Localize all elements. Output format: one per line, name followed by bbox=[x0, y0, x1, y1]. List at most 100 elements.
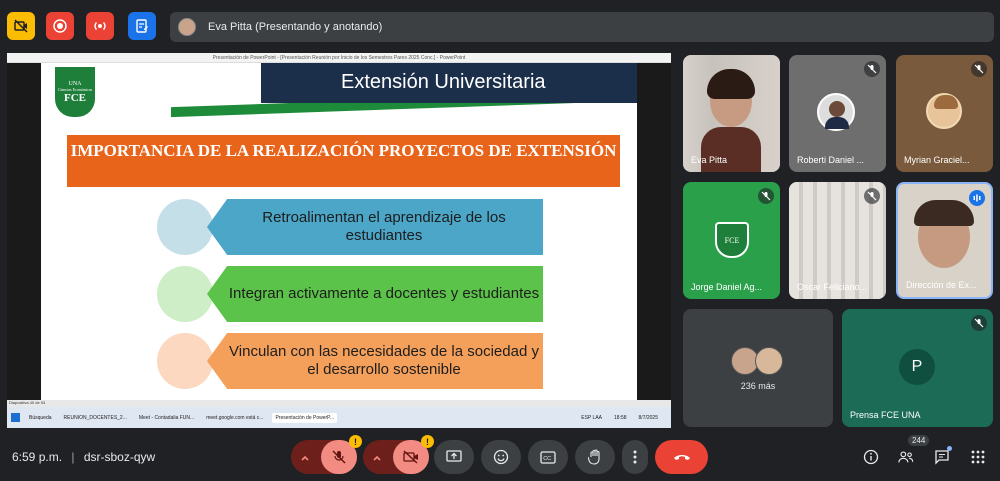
presenter-text: Eva Pitta (Presentando y anotando) bbox=[208, 21, 383, 33]
people-icon bbox=[898, 451, 914, 463]
taskbar-search[interactable]: Búsqueda bbox=[26, 413, 55, 423]
taskbar-item[interactable]: REUNION_DOCENTES_2... bbox=[61, 413, 130, 423]
item-circle bbox=[157, 333, 213, 389]
taskbar-lang: ESP LAA bbox=[581, 414, 603, 421]
participant-tile[interactable]: P Prensa FCE UNA bbox=[842, 309, 993, 427]
mic-off-icon bbox=[758, 188, 774, 204]
camera-off-icon bbox=[403, 450, 418, 464]
meeting-details-button[interactable] bbox=[863, 449, 879, 465]
item-circle bbox=[157, 199, 213, 255]
activities-button[interactable] bbox=[970, 449, 986, 465]
notes-icon[interactable] bbox=[128, 12, 156, 40]
taskbar-date: 8/7/2025 bbox=[638, 414, 658, 421]
mic-off-icon bbox=[332, 450, 346, 464]
camera-toggle-button[interactable]: ! bbox=[393, 435, 434, 474]
list-item: Integran activamente a docentes y estudi… bbox=[157, 266, 545, 322]
clock-time: 6:59 p.m. bbox=[12, 450, 63, 464]
camera-control-group: ! bbox=[363, 435, 434, 474]
presenter-avatar bbox=[178, 18, 196, 36]
mic-off-icon bbox=[864, 188, 880, 204]
present-icon bbox=[446, 450, 462, 462]
mic-toggle-button[interactable]: ! bbox=[321, 435, 362, 474]
participant-count-badge: 244 bbox=[908, 435, 930, 446]
item-bar: Integran activamente a docentes y estudi… bbox=[207, 266, 543, 322]
logo-big: FCE bbox=[64, 91, 86, 104]
shared-screen: Presentación de PowerPoint - [Presentaci… bbox=[7, 53, 671, 428]
mic-off-icon bbox=[971, 61, 987, 77]
participant-tile[interactable]: Roberti Daniel ... bbox=[789, 55, 886, 172]
reactions-button[interactable] bbox=[481, 440, 521, 474]
slide: Extensión Universitaria UNA Ciencias Eco… bbox=[41, 63, 637, 400]
participant-name: Myrian Graciel... bbox=[904, 155, 970, 165]
chat-icon bbox=[935, 450, 949, 465]
mic-off-icon bbox=[864, 61, 880, 77]
taskbar-time: 18:58 bbox=[614, 414, 627, 421]
item-bar: Retroalimentan el aprendizaje de los est… bbox=[207, 199, 543, 255]
participant-tile[interactable]: FCE Jorge Daniel Ag... bbox=[683, 182, 780, 299]
participant-avatar bbox=[926, 93, 962, 129]
slide-counter: Diapositiva 40 de 53 bbox=[9, 400, 46, 405]
more-vert-icon bbox=[633, 450, 637, 464]
participant-tile[interactable]: Oscar Feliciano... bbox=[789, 182, 886, 299]
hand-icon bbox=[588, 449, 600, 465]
people-button[interactable] bbox=[898, 449, 914, 465]
taskbar-item[interactable]: meet.google.com está c... bbox=[203, 413, 266, 423]
participant-name: Eva Pitta bbox=[691, 155, 728, 165]
ppt-status-bar: Diapositiva 40 de 53 bbox=[7, 400, 671, 407]
item-text: Integran activamente a docentes y estudi… bbox=[228, 285, 540, 302]
participant-name: Roberti Daniel ... bbox=[797, 155, 865, 165]
item-text: Retroalimentan el aprendizaje de los est… bbox=[262, 209, 506, 244]
slide-border-left bbox=[7, 63, 41, 400]
meeting-code: dsr-sboz-qyw bbox=[83, 450, 156, 464]
top-bar: Eva Pitta (Presentando y anotando) bbox=[0, 0, 1000, 52]
participant-name: Jorge Daniel Ag... bbox=[691, 282, 763, 292]
meeting-info: 6:59 p.m. | dsr-sboz-qyw bbox=[12, 450, 155, 464]
una-fce-logo: UNA Ciencias Económicas FCE bbox=[55, 67, 95, 117]
mic-options-chevron-icon[interactable] bbox=[299, 451, 311, 469]
participant-name: Oscar Feliciano... bbox=[797, 282, 868, 292]
emoji-icon bbox=[493, 449, 509, 465]
camera-options-chevron-icon[interactable] bbox=[371, 451, 383, 469]
no-camera-icon[interactable] bbox=[7, 12, 35, 40]
slide-area: Extensión Universitaria UNA Ciencias Eco… bbox=[7, 63, 671, 400]
warning-icon: ! bbox=[349, 435, 362, 448]
warning-icon: ! bbox=[421, 435, 434, 448]
item-circle bbox=[157, 266, 213, 322]
participant-tile[interactable]: Eva Pitta bbox=[683, 55, 780, 172]
list-item: Retroalimentan el aprendizaje de los est… bbox=[157, 199, 545, 255]
participant-name: Prensa FCE UNA bbox=[850, 410, 921, 420]
more-count: 236 más bbox=[740, 381, 776, 391]
record-icon[interactable] bbox=[46, 12, 74, 40]
captions-icon: CC bbox=[540, 450, 556, 464]
slide-title: Extensión Universitaria bbox=[341, 71, 546, 93]
more-participants-tile[interactable]: 236 más bbox=[683, 309, 833, 427]
leave-call-button[interactable] bbox=[655, 440, 708, 474]
mic-off-icon bbox=[971, 315, 987, 331]
una-logo-icon: FCE bbox=[715, 222, 749, 258]
participant-tile[interactable]: Myrian Graciel... bbox=[896, 55, 993, 172]
raise-hand-button[interactable] bbox=[575, 440, 615, 474]
presenter-banner[interactable]: Eva Pitta (Presentando y anotando) bbox=[170, 12, 994, 42]
taskbar-item[interactable]: Presentación de PowerP... bbox=[272, 412, 338, 423]
participant-avatar bbox=[817, 93, 855, 131]
live-stream-icon[interactable] bbox=[86, 12, 114, 40]
windows-start-icon[interactable] bbox=[11, 413, 20, 422]
info-icon bbox=[863, 449, 879, 465]
separator: | bbox=[71, 450, 75, 464]
taskbar-item[interactable]: Meet - Contadalia FUN... bbox=[136, 413, 197, 423]
ppt-window-title: Presentación de PowerPoint - [Presentaci… bbox=[7, 53, 671, 63]
participant-tile[interactable]: Dirección de Ex... bbox=[896, 182, 993, 299]
chat-button[interactable] bbox=[934, 446, 952, 465]
item-text: Vinculan con las necesidades de la socie… bbox=[229, 343, 539, 378]
captions-button[interactable]: CC bbox=[528, 440, 568, 474]
apps-grid-icon bbox=[971, 450, 985, 464]
present-button[interactable] bbox=[434, 440, 474, 474]
participant-initial-avatar: P bbox=[899, 349, 935, 385]
participant-avatar bbox=[755, 347, 783, 375]
chat-notification-dot bbox=[947, 446, 952, 451]
slide-border-right bbox=[637, 63, 671, 400]
more-options-button[interactable] bbox=[622, 440, 648, 474]
participant-name: Dirección de Ex... bbox=[906, 280, 977, 290]
windows-taskbar: Búsqueda REUNION_DOCENTES_2... Meet - Co… bbox=[7, 407, 671, 428]
mic-control-group: ! bbox=[291, 435, 362, 474]
